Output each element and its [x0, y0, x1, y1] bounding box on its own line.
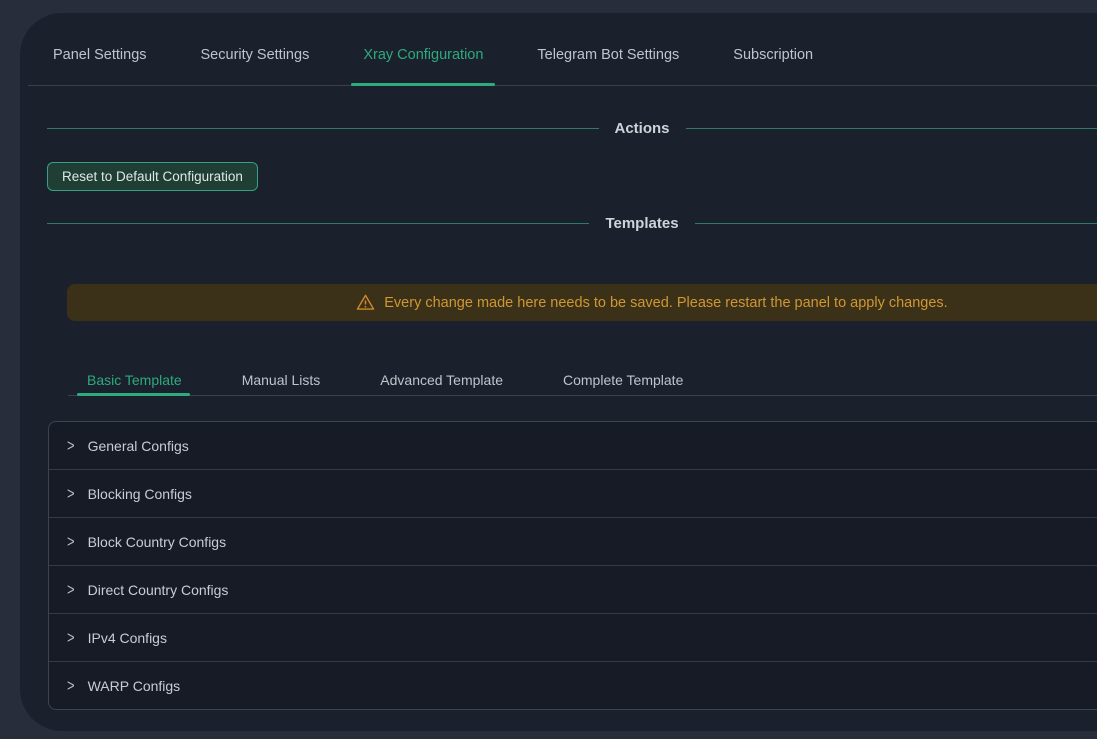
- collapse-row-warp-configs[interactable]: > WARP Configs: [49, 661, 1097, 709]
- actions-section-divider: Actions: [47, 120, 1097, 136]
- tab-manual-lists[interactable]: Manual Lists: [236, 365, 327, 395]
- config-collapse-list: > General Configs > Blocking Configs > B…: [48, 421, 1097, 710]
- chevron-right-icon: >: [67, 677, 75, 693]
- collapse-row-ipv4-configs[interactable]: > IPv4 Configs: [49, 613, 1097, 661]
- chevron-right-icon: >: [67, 581, 75, 597]
- templates-section-divider: Templates: [47, 215, 1097, 231]
- templates-section-title: Templates: [605, 215, 678, 232]
- tab-panel-settings[interactable]: Panel Settings: [41, 25, 159, 85]
- tab-xray-configuration[interactable]: Xray Configuration: [351, 25, 495, 85]
- chevron-right-icon: >: [67, 533, 75, 549]
- collapse-row-general-configs[interactable]: > General Configs: [49, 422, 1097, 469]
- tab-telegram-bot-settings[interactable]: Telegram Bot Settings: [525, 25, 691, 85]
- collapse-row-direct-country-configs[interactable]: > Direct Country Configs: [49, 565, 1097, 613]
- collapse-row-label: IPv4 Configs: [88, 630, 167, 646]
- actions-section-title: Actions: [615, 120, 670, 137]
- chevron-right-icon: >: [67, 437, 75, 453]
- chevron-right-icon: >: [67, 629, 75, 645]
- restart-warning-alert: Every change made here needs to be saved…: [67, 284, 1097, 321]
- warning-alert-text: Every change made here needs to be saved…: [384, 295, 947, 311]
- collapse-row-block-country-configs[interactable]: > Block Country Configs: [49, 517, 1097, 565]
- collapse-row-label: Blocking Configs: [88, 486, 192, 502]
- tab-complete-template[interactable]: Complete Template: [557, 365, 689, 395]
- collapse-row-blocking-configs[interactable]: > Blocking Configs: [49, 469, 1097, 517]
- collapse-row-label: General Configs: [88, 438, 189, 454]
- main-tab-bar: Panel Settings Security Settings Xray Co…: [28, 13, 1097, 86]
- chevron-right-icon: >: [67, 485, 75, 501]
- warning-triangle-icon: [356, 293, 375, 312]
- collapse-row-label: WARP Configs: [88, 678, 181, 694]
- tab-advanced-template[interactable]: Advanced Template: [374, 365, 509, 395]
- tab-subscription[interactable]: Subscription: [721, 25, 825, 85]
- collapse-row-label: Direct Country Configs: [88, 582, 229, 598]
- template-tab-bar: Basic Template Manual Lists Advanced Tem…: [68, 365, 1097, 396]
- settings-card: Panel Settings Security Settings Xray Co…: [20, 13, 1097, 731]
- reset-to-default-button[interactable]: Reset to Default Configuration: [47, 162, 258, 191]
- collapse-row-label: Block Country Configs: [88, 534, 227, 550]
- tab-security-settings[interactable]: Security Settings: [189, 25, 322, 85]
- tab-basic-template[interactable]: Basic Template: [81, 365, 188, 395]
